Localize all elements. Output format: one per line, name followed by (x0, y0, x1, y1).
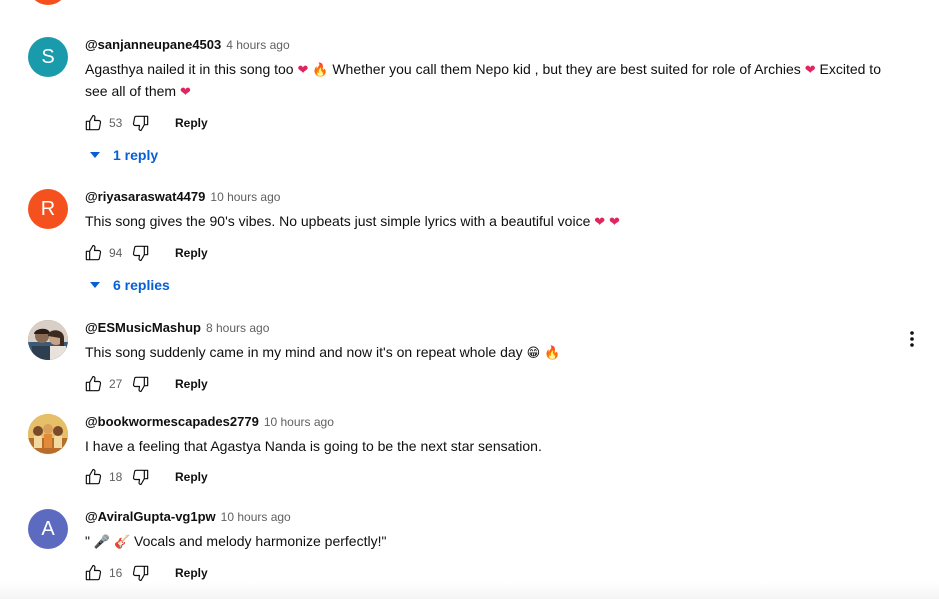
caret-down-icon (90, 152, 100, 158)
reply-button[interactable]: Reply (175, 566, 208, 580)
comment-time[interactable]: 8 hours ago (206, 321, 269, 335)
comment-time[interactable]: 10 hours ago (210, 190, 280, 204)
comment-text-segment: Vocals and melody harmonize perfectly!" (130, 533, 387, 549)
comment-text-segment: This song gives the 90's vibes. No upbea… (85, 213, 595, 229)
thumb-up-icon (85, 564, 102, 581)
fire-emoji: 🔥 (544, 346, 561, 361)
comments-section: S @sanjanneupane4503 4 hours ago Agasthy… (0, 0, 939, 599)
avatar[interactable]: R (28, 189, 68, 229)
like-count: 27 (109, 377, 123, 391)
avatar-letter: R (40, 198, 56, 220)
like-count: 94 (109, 246, 123, 260)
comment-actions: 94 Reply (81, 241, 895, 265)
like-button[interactable] (81, 465, 105, 489)
like-button[interactable] (81, 241, 105, 265)
comment-actions: 18 Reply (81, 465, 895, 489)
grin-emoji: 😁 (526, 346, 541, 361)
thumb-up-icon (85, 114, 102, 131)
guitar-emoji: 🎸 (113, 535, 131, 550)
reply-button[interactable]: Reply (175, 377, 208, 391)
avatar-letter: S (41, 46, 55, 68)
thumb-down-icon (132, 245, 149, 262)
dislike-button[interactable] (129, 372, 153, 396)
thumb-down-icon (132, 469, 149, 486)
heart-emoji: ❤ (297, 63, 309, 78)
thumb-up-icon (85, 468, 102, 485)
reply-button[interactable]: Reply (175, 246, 208, 260)
avatar-photo (28, 320, 68, 360)
comment-text: This song suddenly came in my mind and n… (85, 342, 885, 364)
comment-author[interactable]: @sanjanneupane4503 (85, 37, 221, 52)
thumb-down-icon (132, 376, 149, 393)
like-count: 16 (109, 566, 123, 580)
thumb-up-icon (85, 375, 102, 392)
comment-text-segment: Whether you call them Nepo kid , but the… (328, 61, 805, 77)
like-button[interactable] (81, 111, 105, 135)
view-replies-button[interactable]: 6 replies (85, 275, 170, 295)
caret-down-icon (90, 282, 100, 288)
replies-count: 1 reply (113, 147, 159, 163)
reply-button[interactable]: Reply (175, 116, 208, 130)
dislike-button[interactable] (129, 111, 153, 135)
comment-author[interactable]: @bookwormescapades2779 (85, 414, 259, 429)
dislike-button[interactable] (129, 241, 153, 265)
like-button[interactable] (81, 372, 105, 396)
view-replies-button[interactable]: 1 reply (85, 145, 158, 165)
comment-actions: 27 Reply (81, 372, 895, 396)
like-count: 18 (109, 470, 123, 484)
heart-emoji: ❤ (594, 215, 606, 230)
comment-time[interactable]: 10 hours ago (264, 415, 334, 429)
avatar-letter: A (41, 518, 55, 540)
avatar[interactable] (28, 414, 68, 454)
comment-menu-button[interactable] (900, 327, 924, 351)
avatar[interactable]: A (28, 509, 68, 549)
thumb-up-icon (85, 244, 102, 261)
comment-author[interactable]: @ESMusicMashup (85, 320, 201, 335)
fire-emoji: 🔥 (312, 63, 329, 78)
microphone-emoji: 🎤 (93, 535, 111, 550)
avatar-photo (28, 414, 68, 454)
thumb-down-icon (132, 115, 149, 132)
comment-text-segment: " (85, 533, 94, 549)
more-vert-icon (910, 331, 914, 347)
thumb-down-icon (132, 565, 149, 582)
comment-text: Agasthya nailed it in this song too ❤ 🔥 … (85, 59, 885, 103)
comment-text-segment: This song suddenly came in my mind and n… (85, 344, 527, 360)
comment-actions: 53 Reply (81, 111, 895, 135)
heart-emoji: ❤ (804, 63, 816, 78)
scroll-fade (0, 582, 939, 599)
heart-emoji: ❤ (179, 85, 191, 100)
comment-text-segment: Agasthya nailed it in this song too (85, 61, 298, 77)
reply-button[interactable]: Reply (175, 470, 208, 484)
comment-text: " 🎤 🎸 Vocals and melody harmonize perfec… (85, 531, 885, 553)
comment-text: I have a feeling that Agastya Nanda is g… (85, 436, 885, 457)
like-count: 53 (109, 116, 123, 130)
comment-text-segment: I have a feeling that Agastya Nanda is g… (85, 438, 542, 454)
comment-time[interactable]: 10 hours ago (221, 510, 291, 524)
avatar[interactable]: S (28, 37, 68, 77)
avatar[interactable] (28, 320, 68, 360)
replies-count: 6 replies (113, 277, 170, 293)
comment-author[interactable]: @riyasaraswat4479 (85, 189, 205, 204)
comment-time[interactable]: 4 hours ago (226, 38, 289, 52)
comment-author[interactable]: @AviralGupta-vg1pw (85, 509, 216, 524)
comment-text: This song gives the 90's vibes. No upbea… (85, 211, 885, 233)
heart-emoji: ❤ (609, 215, 620, 230)
avatar[interactable] (28, 0, 68, 5)
dislike-button[interactable] (129, 465, 153, 489)
